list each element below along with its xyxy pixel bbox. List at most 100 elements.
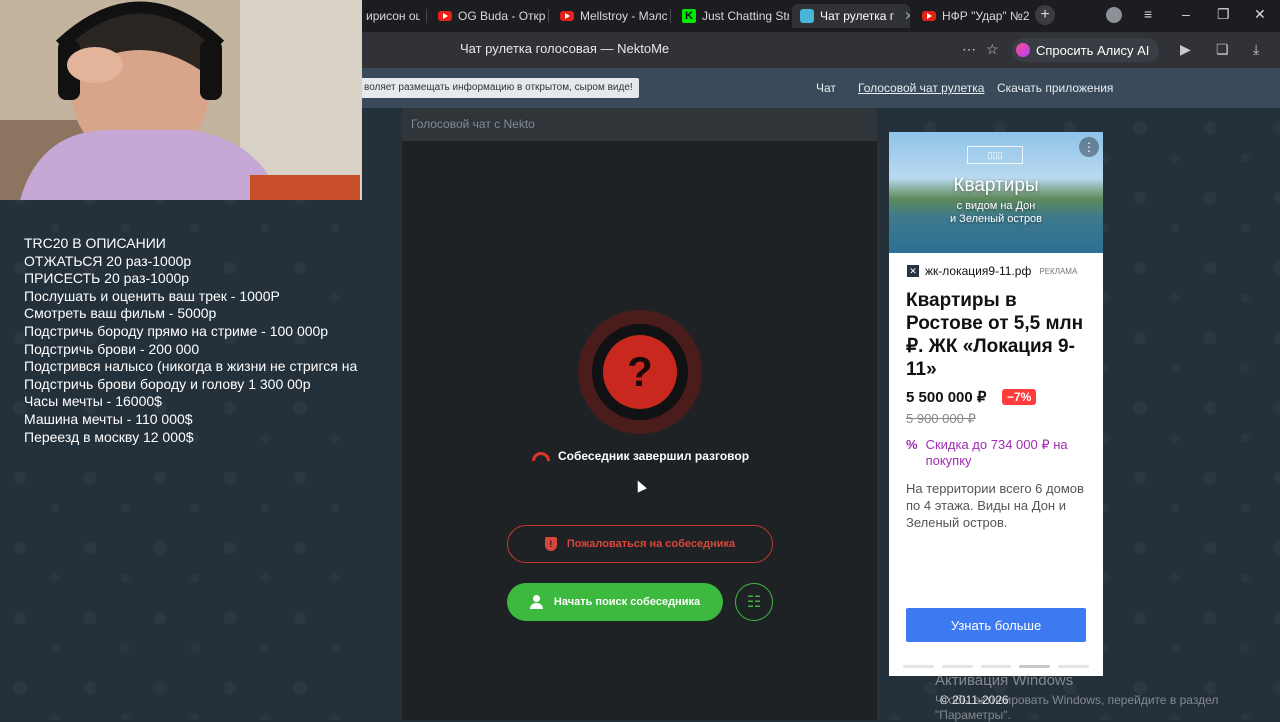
menu-icon[interactable]: ≡ <box>1144 6 1152 22</box>
report-partner-button[interactable]: ! Пожаловаться на собеседника <box>507 525 773 563</box>
ad-more-icon[interactable]: ⋮ <box>1079 137 1099 157</box>
filters-button[interactable]: ☷ <box>735 583 773 621</box>
unknown-partner-icon: ? <box>603 335 677 409</box>
alice-icon <box>1016 43 1030 57</box>
report-label: Пожаловаться на собеседника <box>566 538 736 550</box>
overlay-line: Часы мечты - 16000$ <box>24 393 162 410</box>
windows-activation-title: Активация Windows <box>935 672 1074 689</box>
tab-label: Чат рулетка г <box>820 9 895 23</box>
close-tab-icon[interactable]: ✕ <box>904 9 910 23</box>
webcam-feed-image <box>0 0 362 200</box>
overlay-line: Подстричь бороду прямо на стриме - 100 0… <box>24 322 329 339</box>
ad-cta-button[interactable]: Узнать больше <box>906 608 1086 642</box>
ad-logo: ▯▯▯ <box>967 146 1023 164</box>
browser-tab[interactable]: OG Buda - Открс <box>430 4 545 28</box>
ad-image[interactable]: ▯▯▯ Квартиры с видом на Дон и Зеленый ос… <box>889 132 1103 253</box>
nav-voice-chat[interactable]: Голосовой чат рулетка <box>858 81 984 95</box>
media-play-icon[interactable]: ▶ <box>1180 41 1191 58</box>
call-status: Собеседник завершил разговор <box>532 449 749 463</box>
minimize-icon[interactable]: – <box>1182 6 1190 22</box>
browser-tab[interactable]: НФР "Удар" №2 <box>914 4 1032 28</box>
start-search-button[interactable]: Начать поиск собеседника <box>507 583 723 621</box>
browser-tab[interactable]: Mellstroy - Мэлс <box>552 4 667 28</box>
partner-avatar: ? <box>578 310 702 434</box>
page-title[interactable]: Чат рулетка голосовая — NektoMe <box>460 41 669 56</box>
ad-old-price: 5 900 000 ₽ <box>906 411 976 426</box>
overlay-line: TRC20 В ОПИСАНИИ <box>24 235 166 251</box>
overlay-line: Подстричь брови бороду и голову 1 300 00… <box>24 375 311 392</box>
voice-chat-panel: Голосовой чат с Nekto ? Собеседник завер… <box>402 108 877 720</box>
stream-price-list: TRC20 В ОПИСАНИИ ОТЖАТЬСЯ 20 раз-1000р ПРИ… <box>24 235 374 446</box>
browser-tab[interactable]: K Just Chatting Str <box>674 4 789 28</box>
ad-badge: РЕКЛАМА <box>1039 266 1078 276</box>
nav-chat[interactable]: Чат <box>816 81 836 95</box>
user-search-icon <box>529 595 544 609</box>
restore-icon[interactable]: ❐ <box>1217 6 1230 23</box>
tab-separator <box>670 9 671 23</box>
overlay-line: Переезд в москву 12 000$ <box>24 428 194 445</box>
browser-tab[interactable]: ирисон оцени <box>358 4 420 28</box>
site-copyright: © 2011-2026 <box>940 693 1009 707</box>
alice-button[interactable]: Спросить Алису AI <box>1012 38 1160 62</box>
overlay-line: ОТЖАТЬСЯ 20 раз-1000р <box>24 252 192 269</box>
tab-label: Mellstroy - Мэлс <box>580 9 667 23</box>
ad-image-headline: Квартиры <box>953 175 1039 196</box>
youtube-icon <box>560 11 574 21</box>
percent-icon: % <box>906 437 918 452</box>
tab-label: OG Buda - Открс <box>458 9 545 23</box>
bookmark-icon[interactable]: ☆ <box>986 41 999 58</box>
ad-pager-dot[interactable] <box>1019 665 1051 668</box>
ad-pager-dot[interactable] <box>1058 665 1089 668</box>
tab-label: ирисон оцени <box>366 9 420 23</box>
start-search-label: Начать поиск собеседника <box>553 596 701 608</box>
ad-pager-dot[interactable] <box>903 665 934 668</box>
call-status-text: Собеседник завершил разговор <box>558 449 750 463</box>
ad-discount-badge: −7% <box>1002 389 1037 405</box>
collections-icon[interactable]: ❏ <box>1216 41 1229 58</box>
overlay-line: Смотреть ваш фильм - 5000р <box>24 305 217 322</box>
overlay-line: Подстрився налысо (никогда в жизни не ст… <box>24 358 358 375</box>
overlay-line: Подстричь брови - 200 000 <box>24 340 200 357</box>
mouse-cursor-icon <box>633 478 647 493</box>
overlay-line: Машина мечты - 110 000$ <box>24 410 193 427</box>
kick-icon: K <box>682 9 696 23</box>
ad-price: 5 500 000 ₽ <box>906 389 987 406</box>
overlay-line: ПРИСЕСТЬ 20 раз-1000р <box>24 270 190 287</box>
chat-panel-body: ? Собеседник завершил разговор ! Пожалов… <box>402 141 877 720</box>
new-tab-button[interactable]: + <box>1035 5 1055 25</box>
close-window-icon[interactable]: ✕ <box>1254 6 1266 23</box>
ad-image-subline: с видом на Дон и Зеленый остров <box>949 200 1043 225</box>
ad-pager <box>903 665 1089 668</box>
ad-promo-text: Скидка до 734 000 ₽ на покупку <box>925 437 1068 468</box>
nav-download-apps[interactable]: Скачать приложения <box>997 81 1113 95</box>
shield-icon: ! <box>544 537 557 551</box>
ad-description: На территории всего 6 домов по 4 этажа. … <box>906 481 1084 530</box>
tab-separator <box>426 9 427 23</box>
ad-domain[interactable]: ✕ жк-локация9-11.рф РЕКЛАМА <box>907 264 1077 278</box>
ad-domain-text: жк-локация9-11.рф <box>925 264 1032 278</box>
ad-title[interactable]: Квартиры в Ростове от 5,5 млн ₽. ЖК «Лок… <box>906 289 1096 381</box>
notice-banner: воляет размещать информацию в открытом, … <box>358 78 639 98</box>
advertisement[interactable]: ▯▯▯ Квартиры с видом на Дон и Зеленый ос… <box>889 132 1103 676</box>
sliders-icon: ☷ <box>746 594 762 611</box>
tab-label: НФР "Удар" №2 <box>942 9 1030 23</box>
hangup-phone-icon <box>532 451 550 461</box>
chat-panel-title: Голосовой чат с Nekto <box>402 108 877 141</box>
tab-label: Just Chatting Str <box>702 9 789 23</box>
youtube-icon <box>438 11 452 21</box>
site-favicon-icon: ✕ <box>907 265 919 277</box>
ad-pager-dot[interactable] <box>941 665 973 668</box>
browser-tab-active[interactable]: Чат рулетка г ✕ <box>792 4 910 28</box>
overlay-line: Послушать и оценить ваш трек - 1000Р <box>24 287 280 304</box>
youtube-icon <box>922 11 936 21</box>
tab-separator <box>548 9 549 23</box>
ad-promo: % Скидка до 734 000 ₽ на покупку <box>906 437 1086 469</box>
profile-avatar-icon[interactable] <box>1106 7 1122 23</box>
alice-label: Спросить Алису AI <box>1036 42 1150 58</box>
webcam-overlay <box>0 0 362 200</box>
avatar-ring: ? <box>592 324 688 420</box>
nekto-icon <box>800 9 814 23</box>
ad-pager-dot[interactable] <box>980 665 1012 668</box>
more-icon[interactable]: ⋯ <box>962 41 976 58</box>
download-icon[interactable]: ⤓ <box>1253 41 1259 58</box>
